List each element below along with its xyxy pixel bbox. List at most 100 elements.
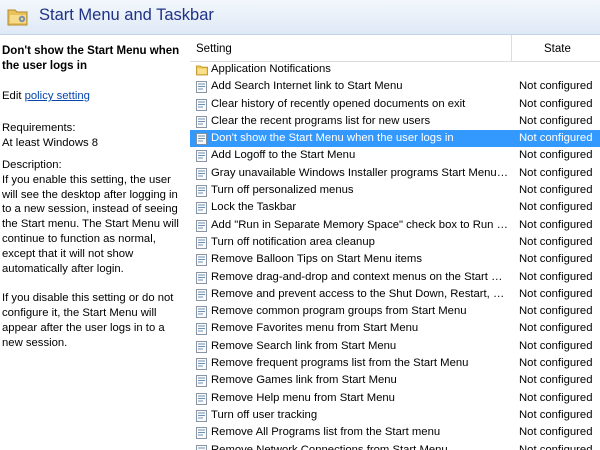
setting-name: Remove drag-and-drop and context menus o… [211, 270, 509, 283]
policy-row[interactable]: Remove Network Connections from Start Me… [190, 442, 600, 450]
policy-title: Don't show the Start Menu when the user … [2, 45, 180, 72]
setting-state: Not configured [519, 305, 593, 318]
policy-row[interactable]: Don't show the Start Menu when the user … [190, 130, 600, 148]
setting-name: Add Search Internet link to Start Menu [211, 80, 403, 93]
setting-state: Not configured [519, 184, 593, 197]
policy-row[interactable]: Add Logoff to the Start Menu Not configur… [190, 147, 600, 164]
policy-setting-icon [196, 237, 207, 249]
setting-state: Not configured [519, 253, 593, 266]
setting-name: Remove Help menu from Start Menu [211, 391, 395, 404]
policy-row[interactable]: Remove and prevent access to the Shut Do… [190, 286, 600, 303]
column-header-state[interactable]: State [544, 43, 571, 55]
column-divider[interactable] [511, 35, 512, 61]
edit-policy-link[interactable]: policy setting [25, 90, 90, 102]
policy-row[interactable]: Turn off user tracking Not configured [190, 407, 600, 424]
folder-icon [196, 64, 208, 76]
policy-row[interactable]: Add Search Internet link to Start Menu No… [190, 78, 600, 95]
setting-name: Remove Search link from Start Menu [211, 339, 397, 352]
policy-row[interactable]: Turn off notification area cleanup Not co… [190, 234, 600, 251]
setting-name: Remove All Programs list from the Start … [211, 426, 441, 439]
requirements: Requirements: At least Windows 8 [2, 121, 98, 151]
setting-state: Not configured [519, 114, 593, 127]
policy-setting-icon [196, 219, 207, 232]
setting-state: Not configured [519, 408, 593, 421]
policy-setting-icon [196, 288, 207, 301]
policy-setting-icon [196, 81, 207, 94]
policy-row[interactable]: Remove All Programs list from the Start … [190, 424, 600, 441]
setting-name: Add "Run in Separate Memory Space" check… [211, 218, 509, 231]
policy-setting-icon [196, 444, 207, 450]
setting-name: Remove Favorites menu from Start Menu [211, 322, 419, 335]
requirements-label: Requirements: [2, 122, 76, 134]
policy-row[interactable]: Gray unavailable Windows Installer progr… [190, 165, 600, 182]
setting-name: Remove Games link from Start Menu [211, 374, 397, 387]
setting-state: Not configured [519, 443, 593, 450]
setting-name: Lock the Taskbar [211, 201, 297, 214]
setting-state: Not configured [519, 287, 593, 300]
setting-name: Clear the recent programs list for new u… [211, 114, 431, 127]
policy-setting-icon [196, 306, 207, 319]
setting-state: Not configured [519, 339, 593, 352]
details-pane: Don't show the Start Menu when the user … [0, 35, 182, 450]
policy-setting-icon [196, 340, 207, 353]
policy-setting-icon [196, 392, 207, 405]
policy-row[interactable]: Remove Games link from Start Menu Not con… [190, 372, 600, 389]
column-header: Setting State [190, 35, 600, 62]
setting-name: Remove and prevent access to the Shut Do… [211, 287, 509, 300]
setting-state: Not configured [519, 391, 593, 404]
setting-name: Turn off personalized menus [211, 184, 354, 197]
description: Description: If you enable this setting,… [2, 158, 180, 365]
setting-state: Not configured [519, 218, 593, 231]
folder-row[interactable]: Application Notifications [190, 61, 600, 78]
edit-prefix: Edit [2, 90, 22, 102]
edit-line: Edit policy setting [2, 89, 90, 104]
policy-row[interactable]: Remove common program groups from Start … [190, 303, 600, 320]
policy-row[interactable]: Remove drag-and-drop and context menus o… [190, 269, 600, 286]
column-header-setting[interactable]: Setting [196, 43, 232, 55]
policy-row[interactable]: Clear history of recently opened documen… [190, 96, 600, 113]
policy-setting-icon [196, 167, 207, 180]
page-header: Start Menu and Taskbar [0, 0, 600, 35]
setting-state: Not configured [519, 149, 593, 162]
policy-row[interactable]: Turn off personalized menus Not configure… [190, 182, 600, 199]
description-label: Description: [2, 159, 62, 171]
setting-name: Gray unavailable Windows Installer progr… [211, 166, 509, 179]
policy-setting-icon [196, 427, 207, 440]
folder-settings-icon [7, 9, 28, 26]
setting-state: Not configured [519, 97, 593, 110]
policy-setting-icon [196, 271, 207, 284]
page-title: Start Menu and Taskbar [39, 6, 214, 24]
policy-row[interactable]: Lock the Taskbar Not configured [190, 199, 600, 216]
policy-row[interactable]: Add "Run in Separate Memory Space" check… [190, 217, 600, 234]
settings-rows: Application Notifications Add Search Inte… [190, 61, 600, 450]
setting-name: Remove common program groups from Start … [211, 305, 467, 318]
description-paragraph: If you enable this setting, the user wil… [2, 173, 179, 275]
policy-setting-icon [196, 409, 207, 422]
setting-name: Remove frequent programs list from the S… [211, 357, 469, 370]
setting-state: Not configured [519, 201, 593, 214]
policy-row[interactable]: Remove Balloon Tips on Start Menu items N… [190, 251, 600, 268]
setting-name: Turn off user tracking [211, 408, 318, 421]
policy-setting-icon [196, 202, 207, 215]
settings-list: Setting State Application Notifications A… [190, 35, 600, 450]
policy-setting-icon [196, 185, 207, 198]
policy-setting-icon [196, 323, 207, 336]
setting-name: Remove Balloon Tips on Start Menu items [211, 253, 422, 266]
setting-name: Don't show the Start Menu when the user … [211, 132, 454, 145]
policy-row[interactable]: Remove Help menu from Start Menu Not conf… [190, 390, 600, 407]
policy-row[interactable]: Remove frequent programs list from the S… [190, 355, 600, 372]
policy-setting-icon [196, 358, 207, 370]
policy-row[interactable]: Clear the recent programs list for new u… [190, 113, 600, 130]
policy-row[interactable]: Remove Favorites menu from Start Menu Not… [190, 320, 600, 337]
setting-name: Remove Network Connections from Start Me… [211, 443, 448, 450]
policy-setting-icon [196, 150, 207, 163]
policy-row[interactable]: Remove Search link from Start Menu Not co… [190, 338, 600, 355]
setting-name: Clear history of recently opened documen… [211, 97, 466, 110]
setting-name: Application Notifications [211, 63, 331, 75]
policy-setting-icon [196, 254, 207, 267]
setting-state: Not configured [519, 374, 593, 387]
policy-setting-icon [196, 133, 207, 146]
requirements-value: At least Windows 8 [2, 136, 99, 149]
policy-setting-icon [196, 375, 207, 388]
setting-state: Not configured [519, 235, 593, 248]
